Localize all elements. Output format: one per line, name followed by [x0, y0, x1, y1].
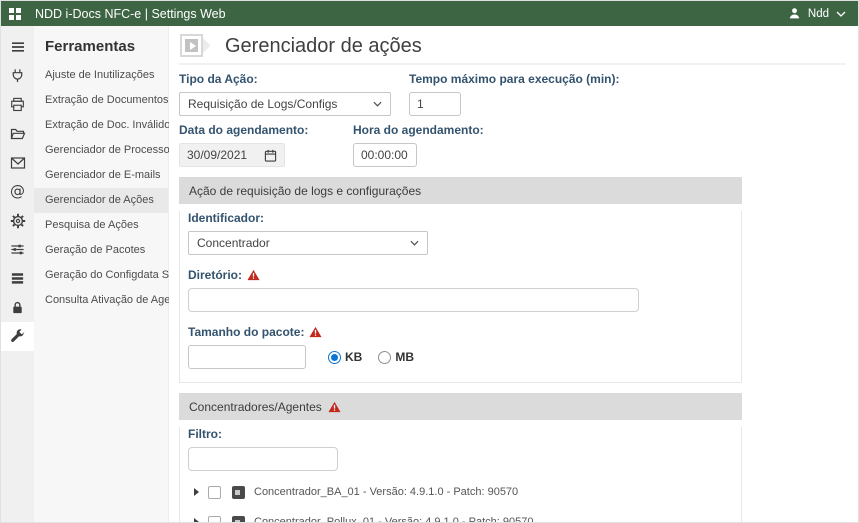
tempo-maximo-label: Tempo máximo para execução (min): — [409, 72, 620, 86]
agent-tree-row: Concentrador_BA_01 - Versão: 4.9.1.0 - P… — [188, 483, 731, 501]
logs-configs-section-header: Ação de requisição de logs e configuraçõ… — [179, 177, 742, 204]
app-title: NDD i-Docs NFC-e | Settings Web — [35, 6, 226, 21]
at-sign-icon[interactable]: @ — [1, 177, 34, 206]
identificador-label: Identificador: — [188, 211, 265, 225]
topbar: NDD i-Docs NFC-e | Settings Web Ndd — [1, 1, 858, 26]
user-menu[interactable]: Ndd — [788, 7, 846, 20]
logs-configs-section-title: Ação de requisição de logs e configuraçõ… — [189, 183, 422, 198]
sidebar-item-gerenciador-acoes[interactable]: Gerenciador de Ações — [34, 188, 168, 213]
hora-agendamento-input[interactable] — [353, 143, 417, 167]
mb-radio-label: MB — [395, 350, 415, 364]
sidebar-item-geracao-pacotes[interactable]: Geração de Pacotes — [34, 238, 168, 263]
server-list-icon[interactable] — [1, 264, 34, 293]
user-name: Ndd — [807, 7, 829, 20]
agents-section-header: Concentradores/Agentes — [179, 393, 742, 420]
expand-arrow-icon[interactable] — [194, 488, 199, 496]
menu-icon[interactable] — [1, 32, 34, 61]
tipo-acao-selected-value: Requisição de Logs/Configs — [188, 97, 338, 111]
user-icon — [789, 8, 800, 19]
tempo-maximo-input[interactable] — [409, 92, 461, 116]
agent-label: Concentrador_BA_01 - Versão: 4.9.1.0 - P… — [254, 486, 519, 498]
sidebar: Ferramentas Ajuste de Inutilizações Extr… — [34, 26, 186, 522]
envelope-icon[interactable] — [1, 148, 34, 177]
tamanho-pacote-input[interactable] — [188, 345, 306, 369]
radio-option-kb[interactable]: KB — [328, 350, 362, 364]
gear-icon[interactable] — [1, 206, 34, 235]
warning-icon — [328, 401, 341, 412]
page-title: Gerenciador de ações — [225, 34, 422, 57]
main-content: Gerenciador de ações Tipo da Ação: Requi… — [169, 26, 858, 523]
agent-tree-row: Concentrador_Pollux_01 - Versão: 4.9.1.0… — [188, 513, 731, 523]
lock-icon[interactable] — [1, 293, 34, 322]
plug-icon[interactable] — [1, 61, 34, 90]
printer-icon[interactable] — [1, 90, 34, 119]
icon-rail: @ — [1, 26, 34, 522]
warning-icon — [309, 326, 322, 338]
chevron-down-icon — [836, 11, 846, 17]
tipo-acao-label: Tipo da Ação: — [179, 72, 258, 86]
sidebar-item-consulta-ativacao-agente[interactable]: Consulta Ativação de Agente — [34, 288, 186, 313]
diretorio-input[interactable] — [188, 288, 639, 312]
sliders-icon[interactable] — [1, 235, 34, 264]
agents-section: Concentradores/Agentes Filtro: Concentra… — [179, 393, 742, 523]
data-agendamento-input[interactable]: 30/09/2021 — [179, 143, 285, 167]
diretorio-label-row: Diretório: — [188, 268, 731, 282]
identificador-select[interactable]: Concentrador — [188, 231, 428, 255]
chevron-down-icon — [373, 101, 382, 107]
sidebar-item-geracao-configdata-sat[interactable]: Geração do Configdata SAT — [34, 263, 182, 288]
data-agendamento-value: 30/09/2021 — [187, 148, 248, 162]
app-launcher-icon[interactable] — [9, 7, 21, 20]
kb-radio[interactable] — [328, 350, 341, 364]
data-agendamento-label: Data do agendamento: — [179, 123, 309, 137]
diretorio-label: Diretório: — [188, 268, 242, 282]
radio-option-mb[interactable]: MB — [378, 350, 414, 364]
sidebar-item-pesquisa-acoes[interactable]: Pesquisa de Ações — [34, 213, 168, 238]
sidebar-item-extracao-documentos[interactable]: Extração de Documentos — [34, 88, 169, 113]
wrench-icon[interactable] — [1, 322, 34, 351]
agent-checkbox[interactable] — [208, 485, 221, 499]
tamanho-pacote-label: Tamanho do pacote: — [188, 325, 305, 339]
app-window: NDD i-Docs NFC-e | Settings Web Ndd @ Fe… — [0, 0, 859, 523]
sidebar-item-ajuste-inutilizacoes[interactable]: Ajuste de Inutilizações — [34, 63, 168, 88]
agents-section-title: Concentradores/Agentes — [189, 399, 322, 414]
sidebar-title: Ferramentas — [45, 38, 136, 55]
expand-arrow-icon[interactable] — [194, 518, 199, 522]
agents-tree: Concentrador_BA_01 - Versão: 4.9.1.0 - P… — [188, 483, 731, 523]
calendar-icon[interactable] — [264, 149, 277, 162]
identificador-selected-value: Concentrador — [197, 236, 270, 250]
mb-radio[interactable] — [378, 350, 392, 364]
chevron-down-icon — [410, 240, 419, 246]
tipo-acao-select[interactable]: Requisição de Logs/Configs — [179, 92, 391, 116]
sidebar-item-gerenciador-emails[interactable]: Gerenciador de E-mails — [34, 163, 168, 188]
sidebar-item-gerenciador-processos[interactable]: Gerenciador de Processos — [34, 138, 175, 163]
agent-checkbox[interactable] — [208, 515, 221, 522]
logs-configs-section: Ação de requisição de logs e configuraçõ… — [179, 177, 742, 383]
action-manager-icon — [179, 33, 213, 59]
sidebar-item-extracao-doc-invalidos[interactable]: Extração de Doc. Inválidos — [34, 113, 176, 138]
hora-agendamento-label: Hora do agendamento: — [353, 123, 484, 137]
agent-label: Concentrador_Pollux_01 - Versão: 4.9.1.0… — [254, 516, 534, 523]
warning-icon — [247, 269, 260, 281]
concentrator-icon — [232, 515, 245, 522]
filtro-input[interactable] — [188, 447, 338, 471]
tamanho-pacote-label-row: Tamanho do pacote: — [188, 325, 731, 339]
folder-open-icon[interactable] — [1, 119, 34, 148]
concentrator-icon — [232, 485, 245, 499]
kb-radio-label: KB — [345, 350, 363, 364]
filtro-label: Filtro: — [188, 427, 222, 441]
